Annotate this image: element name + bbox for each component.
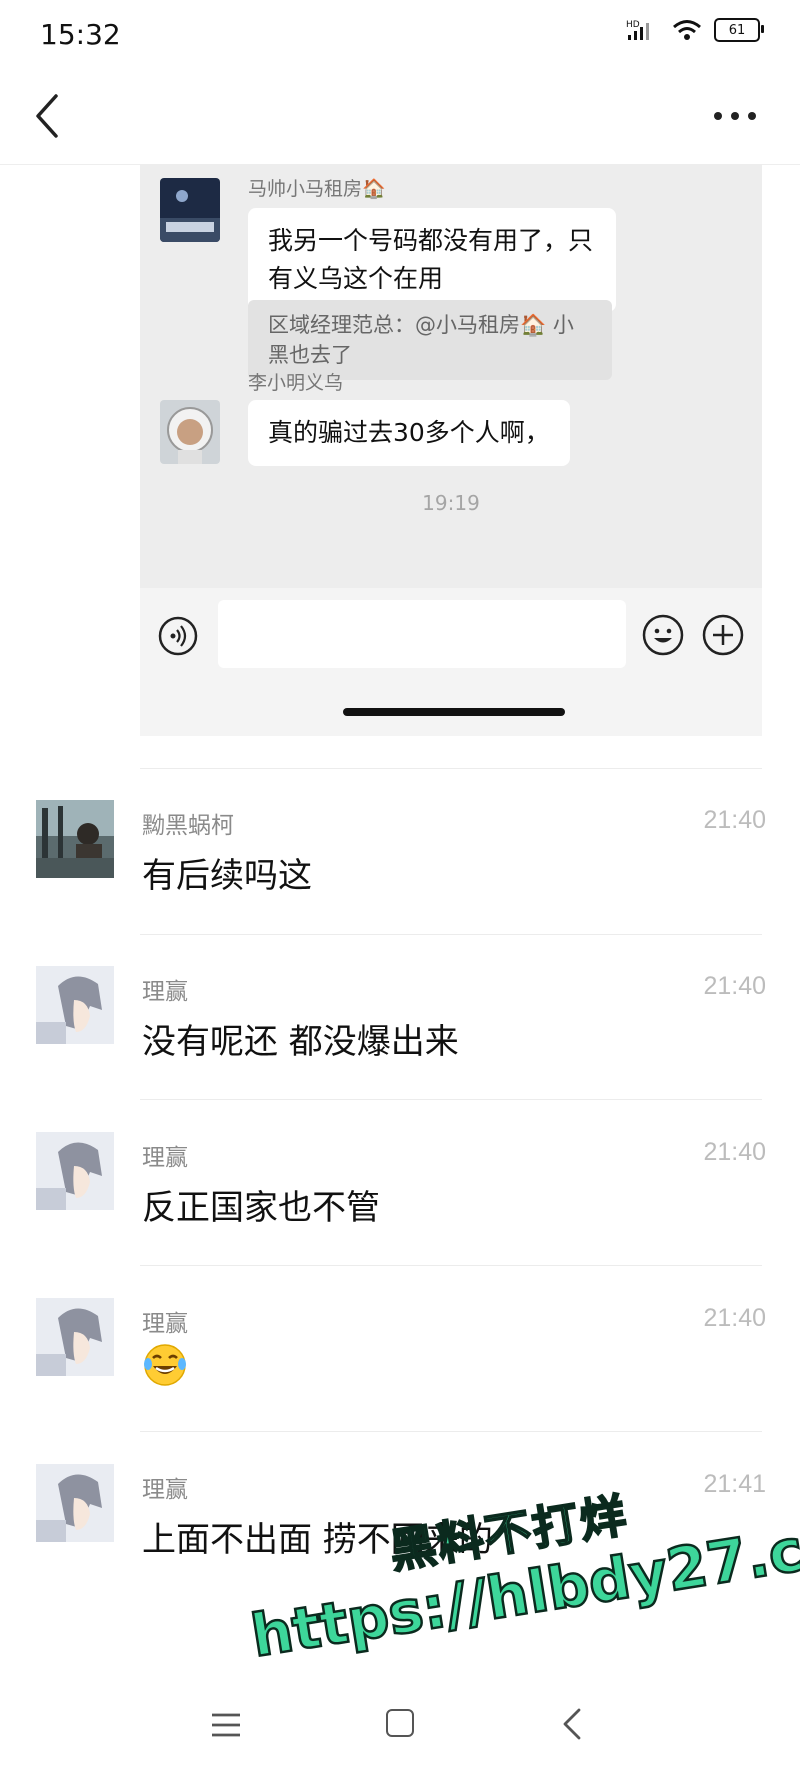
status-icons: HD 61 bbox=[626, 18, 764, 42]
voice-icon[interactable] bbox=[158, 616, 198, 656]
user-name: 理赢 bbox=[142, 1477, 188, 1503]
network-label: HD bbox=[626, 20, 640, 30]
chat-input-bar bbox=[140, 588, 762, 736]
laughing-tears-emoji-icon bbox=[144, 1344, 186, 1386]
divider bbox=[140, 768, 762, 769]
user-avatar[interactable] bbox=[36, 966, 114, 1044]
comment-text: 没有呢还 都没爆出来 bbox=[142, 1022, 459, 1062]
user-avatar[interactable] bbox=[36, 1464, 114, 1542]
comment-time: 21:40 bbox=[703, 972, 766, 1000]
comment-time: 21:40 bbox=[703, 1304, 766, 1332]
comment-time: 21:40 bbox=[703, 806, 766, 834]
divider bbox=[140, 1265, 762, 1266]
comment-item: 理赢 21:40 反正国家也不管 bbox=[0, 1132, 800, 1298]
user-avatar[interactable] bbox=[36, 800, 114, 878]
comment-item: 理赢 21:40 bbox=[0, 1298, 800, 1464]
sender-avatar bbox=[160, 178, 220, 242]
nav-bar bbox=[0, 70, 800, 165]
system-nav-bar bbox=[0, 1680, 800, 1777]
user-name: 理赢 bbox=[142, 979, 188, 1005]
emoji-icon[interactable] bbox=[642, 614, 684, 656]
divider bbox=[140, 1431, 762, 1432]
signal-icon: HD bbox=[626, 20, 649, 40]
user-avatar[interactable] bbox=[36, 1132, 114, 1210]
message-input[interactable] bbox=[218, 600, 626, 668]
embedded-chat-screenshot[interactable]: 马帅小马租房🏠 我另一个号码都没有用了，只有义乌这个在用 区域经理范总：@小马租… bbox=[140, 164, 762, 736]
sender-name: 马帅小马租房🏠 bbox=[248, 178, 386, 200]
comment-text: 有后续吗这 bbox=[142, 856, 312, 896]
home-button[interactable] bbox=[386, 1709, 414, 1737]
divider bbox=[140, 934, 762, 935]
user-name: 理赢 bbox=[142, 1145, 188, 1171]
message-bubble: 真的骗过去30多个人啊， bbox=[248, 400, 570, 466]
user-name: 理赢 bbox=[142, 1311, 188, 1337]
comment-text: 反正国家也不管 bbox=[142, 1188, 380, 1228]
message-bubble: 我另一个号码都没有用了，只有义乌这个在用 bbox=[248, 208, 616, 312]
back-button[interactable] bbox=[28, 88, 68, 144]
system-back-icon[interactable] bbox=[560, 1706, 584, 1742]
user-avatar[interactable] bbox=[36, 1298, 114, 1376]
status-time: 15:32 bbox=[40, 18, 121, 51]
comment-item: 黝黑蜗柯 21:40 有后续吗这 bbox=[0, 800, 800, 966]
divider bbox=[140, 1099, 762, 1100]
comment-item: 理赢 21:40 没有呢还 都没爆出来 bbox=[0, 966, 800, 1132]
more-options-button[interactable] bbox=[710, 98, 760, 134]
plus-icon[interactable] bbox=[702, 614, 744, 656]
sender-avatar bbox=[160, 400, 220, 464]
sender-name: 李小明义乌 bbox=[248, 372, 344, 394]
home-indicator bbox=[343, 708, 565, 716]
battery-icon: 61 bbox=[714, 18, 764, 42]
menu-icon[interactable] bbox=[210, 1710, 242, 1740]
chat-timestamp: 19:19 bbox=[422, 491, 480, 515]
user-name: 黝黑蜗柯 bbox=[142, 813, 234, 839]
comment-time: 21:40 bbox=[703, 1138, 766, 1166]
wifi-icon bbox=[673, 20, 701, 40]
status-bar: 15:32 HD 61 bbox=[0, 0, 800, 70]
